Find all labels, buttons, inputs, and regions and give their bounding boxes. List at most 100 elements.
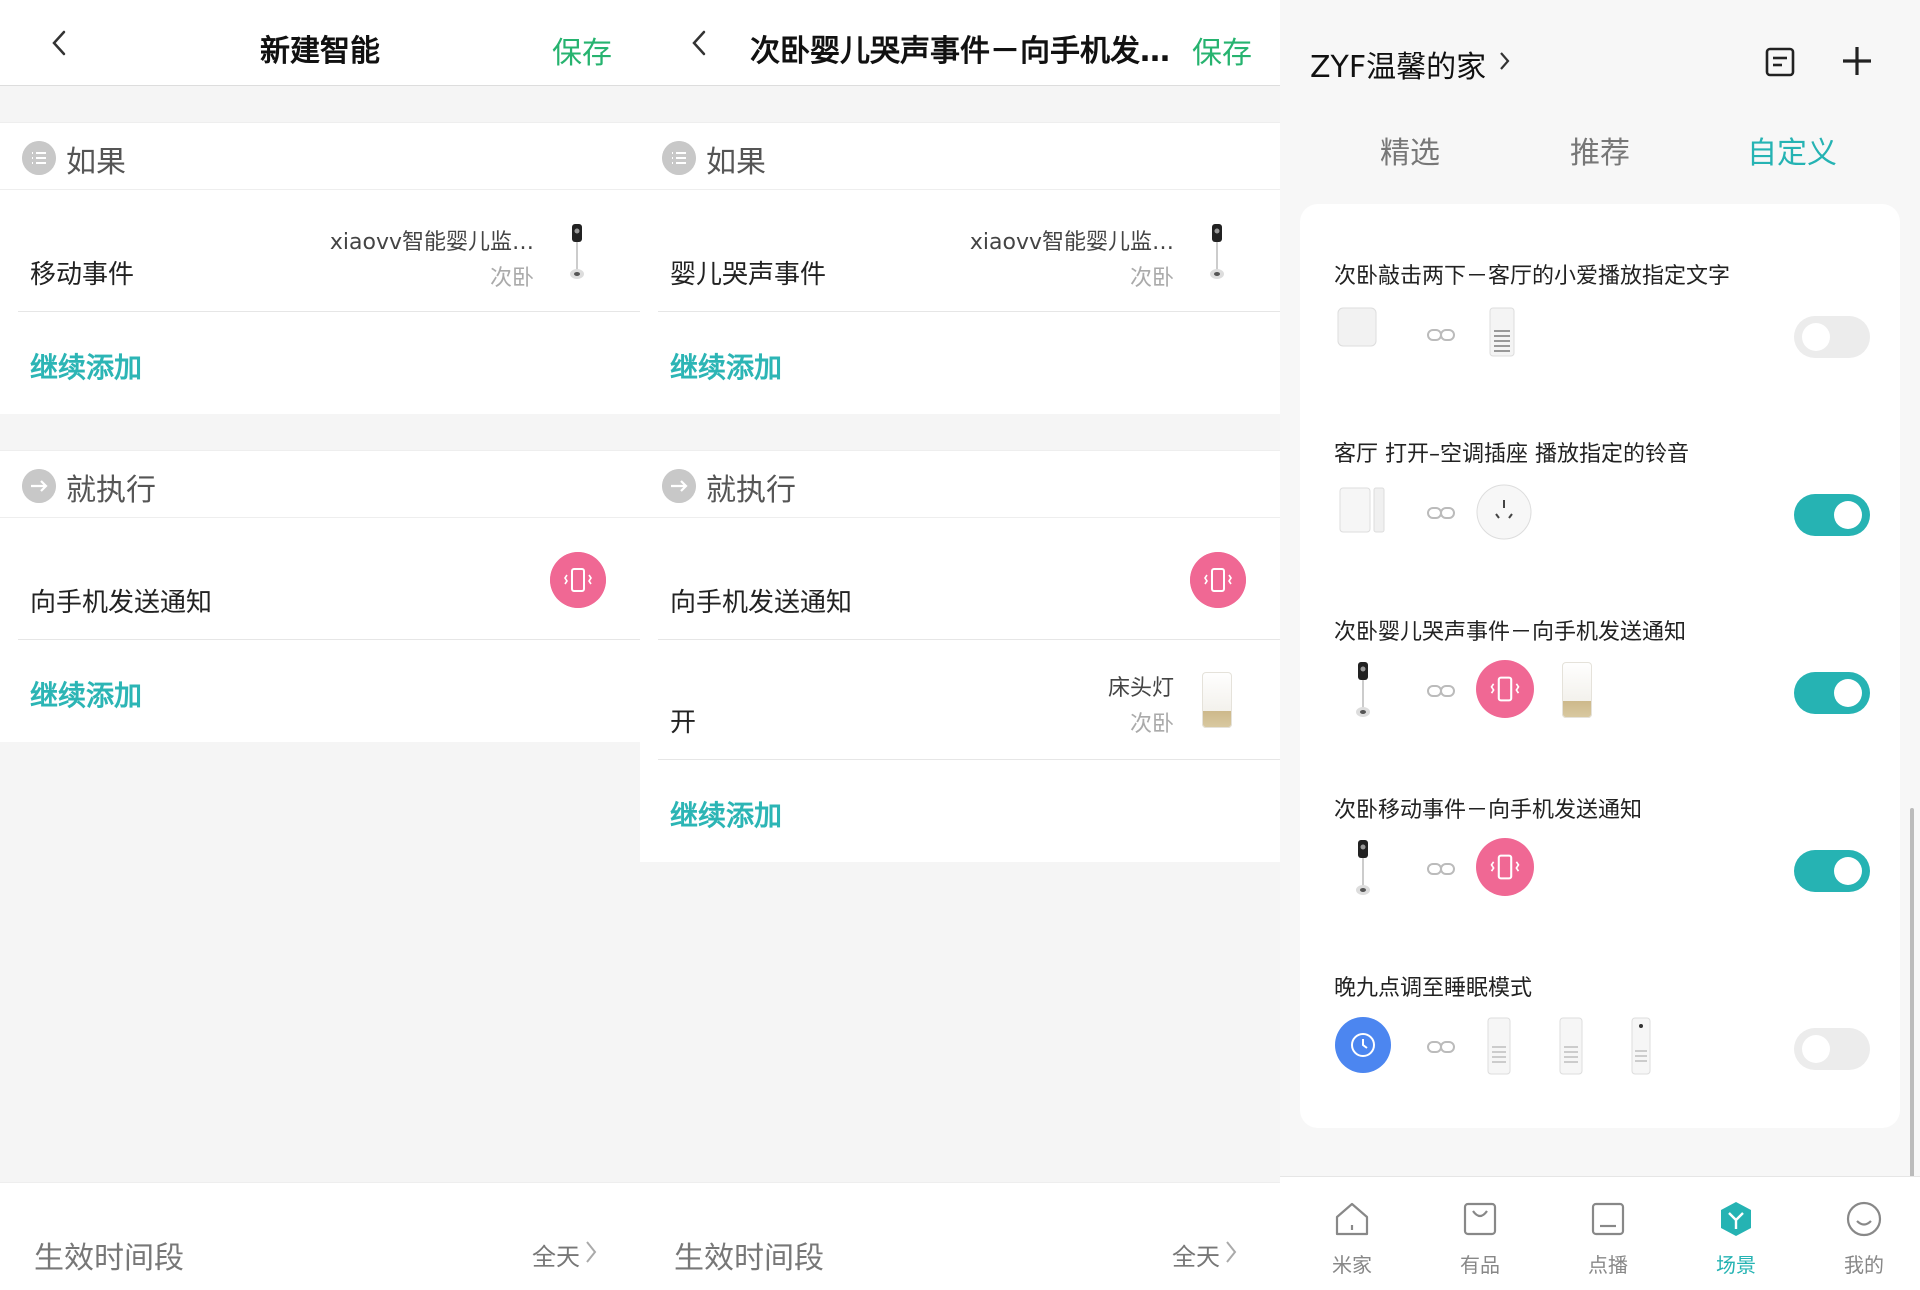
header: 次卧婴儿哭声事件－向手机发… 保存 <box>640 0 1280 86</box>
trigger-row[interactable]: 移动事件 xiaovv智能婴儿监… 次卧 <box>0 190 640 312</box>
tab-custom[interactable]: 自定义 <box>1747 128 1837 172</box>
chevron-right-icon <box>1224 1239 1238 1265</box>
phone-vibrate-icon <box>1476 838 1534 896</box>
log-list-icon[interactable] <box>1764 46 1796 78</box>
link-icon <box>1426 682 1456 700</box>
clock-timer-icon <box>1334 1016 1392 1074</box>
toggle-knob <box>1802 323 1830 351</box>
air-purifier-icon <box>1556 1016 1586 1076</box>
trigger-label: 移动事件 <box>30 254 134 291</box>
home-icon <box>1332 1199 1372 1239</box>
if-section-label: 如果 <box>66 137 126 181</box>
scene-toggle[interactable] <box>1794 494 1870 536</box>
nav-item-youpin[interactable]: 有品 <box>1430 1191 1530 1281</box>
back-arrow-icon[interactable] <box>46 28 74 58</box>
effective-time-label: 生效时间段 <box>34 1233 184 1277</box>
header: 新建智能 保存 <box>0 0 640 86</box>
effective-time-label: 生效时间段 <box>674 1233 824 1277</box>
nav-label: 场景 <box>1686 1249 1786 1278</box>
nav-item-mijia[interactable]: 米家 <box>1302 1191 1402 1281</box>
trigger-row[interactable]: 婴儿哭声事件 xiaovv智能婴儿监… 次卧 <box>640 190 1280 312</box>
action-label: 向手机发送通知 <box>670 582 852 619</box>
scene-toggle[interactable] <box>1794 850 1870 892</box>
if-add-more-button[interactable]: 继续添加 <box>30 346 142 386</box>
then-add-more-button[interactable]: 继续添加 <box>670 794 782 834</box>
page-title: 新建智能 <box>90 26 550 70</box>
chevron-right-icon <box>584 1239 598 1265</box>
then-section-label: 就执行 <box>66 465 156 509</box>
save-button[interactable]: 保存 <box>552 28 612 72</box>
humidifier-icon <box>1628 1016 1654 1076</box>
effective-time-row[interactable]: 生效时间段 全天 <box>0 1182 640 1290</box>
scene-devices <box>1334 1016 1754 1080</box>
door-sensor-icon <box>1334 482 1390 538</box>
baby-camera-icon <box>1206 222 1228 284</box>
chevron-right-icon[interactable] <box>1498 50 1512 72</box>
trigger-label: 婴儿哭声事件 <box>670 254 826 291</box>
scrollbar[interactable] <box>1910 808 1914 1178</box>
if-add-row: 继续添加 <box>640 312 1280 414</box>
then-section-header: 就执行 <box>0 450 640 518</box>
scene-cube-icon <box>1716 1199 1756 1239</box>
effective-time-row[interactable]: 生效时间段 全天 <box>640 1182 1280 1290</box>
nav-label: 有品 <box>1430 1249 1530 1278</box>
scene-item[interactable]: 次卧移动事件－向手机发送通知 <box>1300 738 1900 916</box>
plus-icon[interactable] <box>1840 44 1874 78</box>
scene-item[interactable]: 晚九点调至睡眠模式 <box>1300 916 1900 1094</box>
effective-time-value: 全天 <box>1172 1237 1220 1272</box>
air-purifier-icon <box>1484 1016 1514 1076</box>
action-row[interactable]: 向手机发送通知 <box>0 518 640 640</box>
bedside-lamp-icon <box>1202 672 1232 728</box>
save-button[interactable]: 保存 <box>1192 28 1252 72</box>
action-row[interactable]: 开 床头灯 次卧 <box>640 640 1280 760</box>
trigger-device-name: xiaovv智能婴儿监… <box>970 224 1174 256</box>
toggle-knob <box>1834 501 1862 529</box>
action-device-room: 次卧 <box>1130 706 1174 738</box>
tab-featured[interactable]: 精选 <box>1380 128 1440 172</box>
trigger-device-room: 次卧 <box>490 260 534 292</box>
nav-label: 米家 <box>1302 1249 1402 1278</box>
list-icon <box>662 141 696 175</box>
link-icon <box>1426 1038 1456 1056</box>
scene-toggle[interactable] <box>1794 672 1870 714</box>
then-section-label: 就执行 <box>706 465 796 509</box>
arrow-right-circle-icon <box>662 469 696 503</box>
scene-item[interactable]: 次卧敲击两下－客厅的小爱播放指定文字 <box>1300 204 1900 382</box>
action-label: 向手机发送通知 <box>30 582 212 619</box>
scene-item[interactable]: 次卧婴儿哭声事件－向手机发送通知 <box>1300 560 1900 738</box>
list-icon <box>22 141 56 175</box>
toggle-knob <box>1834 679 1862 707</box>
link-icon <box>1426 326 1456 344</box>
scene-devices <box>1334 838 1754 902</box>
scene-name: 次卧敲击两下－客厅的小爱播放指定文字 <box>1334 258 1730 290</box>
if-add-more-button[interactable]: 继续添加 <box>670 346 782 386</box>
nav-item-scenes[interactable]: 场景 <box>1686 1191 1786 1281</box>
back-arrow-icon[interactable] <box>686 28 714 58</box>
action-row[interactable]: 向手机发送通知 <box>640 518 1280 640</box>
phone-vibrate-icon <box>1476 660 1534 718</box>
smart-plug-icon <box>1474 482 1534 542</box>
scene-toggle[interactable] <box>1794 1028 1870 1070</box>
trigger-device-name: xiaovv智能婴儿监… <box>330 224 534 256</box>
arrow-right-circle-icon <box>22 469 56 503</box>
if-section-header: 如果 <box>640 122 1280 190</box>
scene-name: 晚九点调至睡眠模式 <box>1334 970 1532 1002</box>
toggle-knob <box>1802 1035 1830 1063</box>
baby-camera-icon <box>566 222 588 284</box>
tab-recommended[interactable]: 推荐 <box>1570 128 1630 172</box>
scene-toggle[interactable] <box>1794 316 1870 358</box>
page-title: 次卧婴儿哭声事件－向手机发… <box>750 26 1192 70</box>
nav-label: 点播 <box>1558 1249 1658 1278</box>
scene-devices <box>1334 482 1754 546</box>
if-add-row: 继续添加 <box>0 312 640 414</box>
nav-item-vod[interactable]: 点播 <box>1558 1191 1658 1281</box>
profile-icon <box>1844 1199 1884 1239</box>
scene-item[interactable]: 客厅 打开–空调插座 播放指定的铃音 <box>1300 382 1900 560</box>
home-selector[interactable]: ZYF温馨的家 <box>1310 42 1486 86</box>
if-section-header: 如果 <box>0 122 640 190</box>
if-section-label: 如果 <box>706 137 766 181</box>
scene-devices <box>1334 304 1754 368</box>
nav-item-profile[interactable]: 我的 <box>1814 1191 1914 1281</box>
then-add-more-button[interactable]: 继续添加 <box>30 674 142 714</box>
effective-time-value: 全天 <box>532 1237 580 1272</box>
